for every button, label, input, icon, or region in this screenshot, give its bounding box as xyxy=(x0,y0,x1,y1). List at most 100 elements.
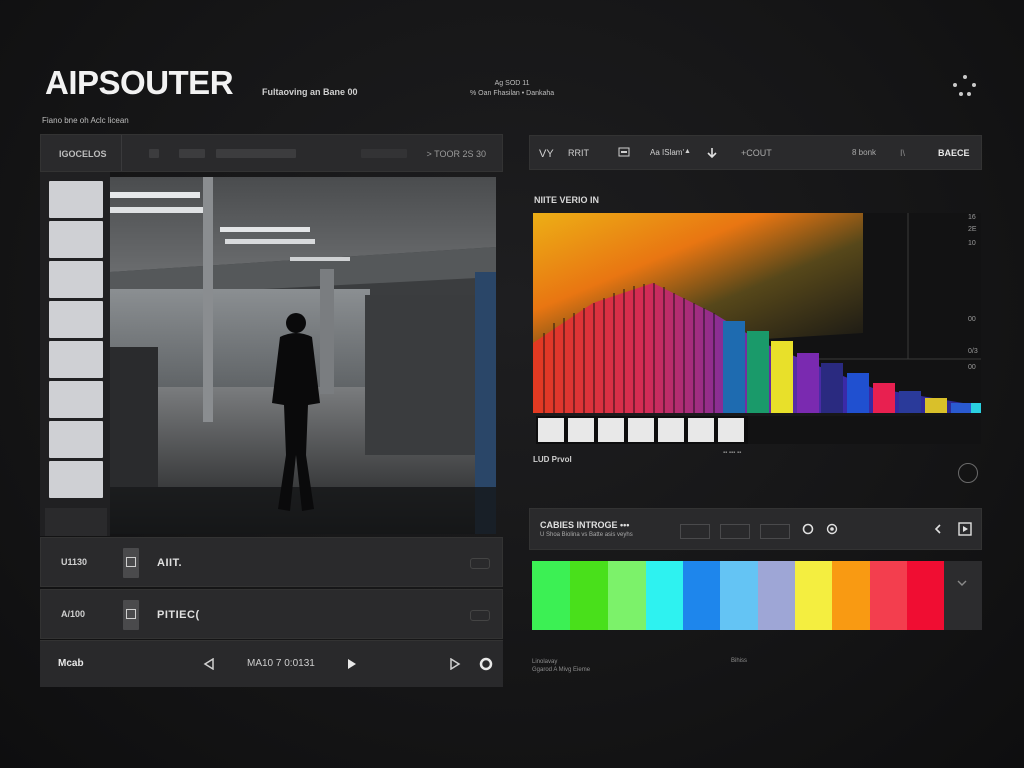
palette-title: CABIES INTROGE ••• xyxy=(540,520,630,530)
axis-tick: 2E xyxy=(968,226,977,233)
footer-left: Linolavay Ggarod A Mivg Eieme xyxy=(532,658,590,674)
layer-label: PITIEC( xyxy=(157,609,200,621)
spectrum-svg xyxy=(533,213,981,413)
radio-off-icon[interactable] xyxy=(802,523,814,535)
layer-code: A/100 xyxy=(61,609,86,619)
sub-caption: Fiano bne oh Aclc licean xyxy=(42,116,129,125)
transport-bar: Mcab MA10 7 0:0131 xyxy=(40,640,503,687)
footer-left-line1: Linolavay xyxy=(532,659,558,665)
palette-swatch[interactable] xyxy=(832,561,870,630)
timecode: MA10 7 0:0131 xyxy=(247,658,315,669)
toolbar-item-1[interactable]: VY xyxy=(539,148,554,160)
toggle-pill[interactable] xyxy=(470,610,490,621)
thumbnail-strip xyxy=(40,172,110,536)
image-icon[interactable] xyxy=(618,147,630,157)
menu-dots-icon[interactable] xyxy=(953,75,977,97)
palette-swatch[interactable] xyxy=(608,561,646,630)
palette-box[interactable] xyxy=(720,524,750,539)
axis-tick: 00 xyxy=(968,364,976,371)
palette-header: CABIES INTROGE ••• U Shoa Biolina vs Bat… xyxy=(529,508,982,550)
toolbar-item-6[interactable]: I\ xyxy=(900,148,905,158)
chart-options-button[interactable] xyxy=(958,463,978,483)
swatch[interactable] xyxy=(688,418,714,442)
axis-tick: 16 xyxy=(968,214,976,221)
chart-footer: LUD Prvol xyxy=(533,455,572,464)
tool-block[interactable] xyxy=(361,149,407,158)
palette-swatch[interactable] xyxy=(532,561,570,630)
layer-code: U1130 xyxy=(61,557,88,567)
thumbnail[interactable] xyxy=(49,461,103,498)
swatch[interactable] xyxy=(658,418,684,442)
thumbnail[interactable] xyxy=(49,181,103,218)
layer-row[interactable]: U1130 AIIT. xyxy=(40,537,503,587)
toolbar-bullet: ▲ xyxy=(684,148,691,155)
step-forward-icon[interactable] xyxy=(449,658,461,670)
palette-swatch[interactable] xyxy=(683,561,720,630)
swatch[interactable] xyxy=(718,418,744,442)
preview-image xyxy=(110,177,496,534)
toolbar-item-5[interactable]: 8 bonk xyxy=(852,148,876,157)
axis-tick: 0/3 xyxy=(968,348,978,355)
app-brand: AIPSOUTER xyxy=(45,64,234,101)
header-note-line2: % Oan Fhasilan • Dankaha xyxy=(470,90,555,97)
spectrum-visual xyxy=(533,213,981,413)
palette-swatch[interactable] xyxy=(646,561,683,630)
palette-box[interactable] xyxy=(760,524,790,539)
palette-dropdown[interactable] xyxy=(944,561,980,630)
palette-swatch[interactable] xyxy=(758,561,795,630)
thumbnail[interactable] xyxy=(49,381,103,418)
play-icon[interactable] xyxy=(346,658,358,670)
transport-label: Mcab xyxy=(58,658,84,669)
left-toolbar-label[interactable]: IGOCELOS xyxy=(59,149,107,159)
record-icon[interactable] xyxy=(479,657,493,671)
radio-on-icon[interactable] xyxy=(826,523,838,535)
swatch-strip xyxy=(536,416,748,444)
header-note: Ag SOD 11 % Oan Fhasilan • Dankaha xyxy=(470,79,554,99)
thumbnail[interactable] xyxy=(49,341,103,378)
tool-block[interactable] xyxy=(179,149,205,158)
right-toolbar: VY RRIT Aa ISlam' ▲ +COUT 8 bonk I\ BAEC… xyxy=(529,135,982,170)
header-note-line1: Ag SOD 11 xyxy=(494,80,530,87)
palette-swatch[interactable] xyxy=(570,561,608,630)
toolbar-item-2[interactable]: RRIT xyxy=(568,148,589,158)
toolbar-item-4[interactable]: +COUT xyxy=(741,148,772,158)
thumbnail[interactable] xyxy=(49,421,103,458)
thumbnail[interactable] xyxy=(49,261,103,298)
download-icon[interactable] xyxy=(706,147,718,159)
thumbnail[interactable] xyxy=(49,301,103,338)
export-icon[interactable] xyxy=(958,522,972,536)
palette-swatch[interactable] xyxy=(907,561,944,630)
toolbar-item-7[interactable]: BAECE xyxy=(938,148,970,158)
swatch[interactable] xyxy=(628,418,654,442)
left-toolbar: IGOCELOS > TOOR 2S 30 xyxy=(40,134,503,172)
layer-row[interactable]: A/100 PITIEC( xyxy=(40,589,503,639)
toggle-pill[interactable] xyxy=(470,558,490,569)
layer-icon[interactable] xyxy=(123,600,139,630)
layer-label: AIIT. xyxy=(157,557,183,569)
left-toolbar-right[interactable]: > TOOR 2S 30 xyxy=(427,149,486,159)
mini-indicator: ▪▪ ▪▪▪ ▪▪ xyxy=(723,450,742,456)
swatch[interactable] xyxy=(568,418,594,442)
palette-swatch[interactable] xyxy=(720,561,758,630)
toolbar-item-3[interactable]: Aa ISlam' xyxy=(650,148,684,157)
chevron-left-icon[interactable] xyxy=(932,523,944,535)
toolbar-divider xyxy=(121,135,122,171)
layer-icon[interactable] xyxy=(123,548,139,578)
palette-swatch[interactable] xyxy=(870,561,907,630)
thumbnail[interactable] xyxy=(49,221,103,258)
swatch[interactable] xyxy=(598,418,624,442)
footer-left-line2: Ggarod A Mivg Eieme xyxy=(532,667,591,673)
rewind-icon[interactable] xyxy=(203,658,215,670)
chart-title: NIITE VERIO IN xyxy=(534,195,600,205)
swatch[interactable] xyxy=(538,418,564,442)
color-palette xyxy=(532,561,982,630)
chevron-down-icon[interactable] xyxy=(956,579,968,589)
tool-block[interactable] xyxy=(149,149,159,158)
palette-swatch[interactable] xyxy=(795,561,832,630)
thumbnail-empty[interactable] xyxy=(45,508,107,536)
palette-subtitle: U Shoa Biolina vs Batte asis veyhs xyxy=(540,532,633,538)
palette-box[interactable] xyxy=(680,524,710,539)
axis-tick: 00 xyxy=(968,316,976,323)
app-tagline: Fultaoving an Bane 00 xyxy=(262,87,358,97)
tool-block[interactable] xyxy=(216,149,296,158)
